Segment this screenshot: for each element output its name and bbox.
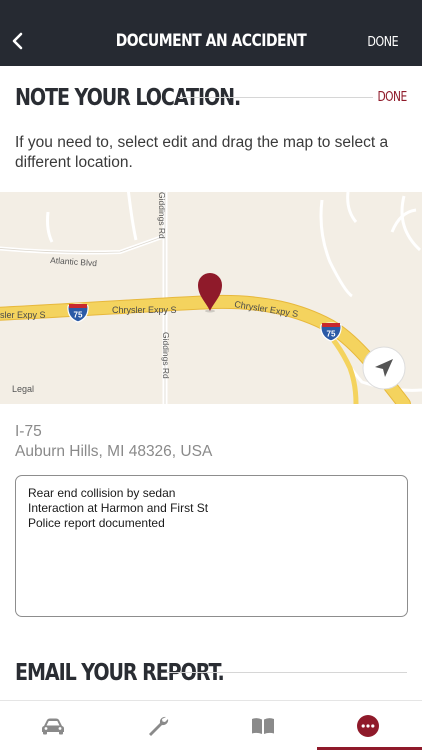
address-block: I-75 Auburn Hills, MI 48326, USA <box>15 422 212 462</box>
tab-manual[interactable] <box>210 701 315 750</box>
email-heading: EMAIL YOUR REPORT. <box>15 660 225 686</box>
location-instructions: If you need to, select edit and drag the… <box>15 134 389 171</box>
map-view[interactable]: 75 75 sler Expy S Chrysler Expy S Chrysl… <box>0 192 422 404</box>
address-line-2: Auburn Hills, MI 48326, USA <box>15 443 213 460</box>
shield-number: 75 <box>327 330 336 339</box>
road-label: Chrysler Expy S <box>112 305 177 315</box>
map-canvas: 75 75 sler Expy S Chrysler Expy S Chrysl… <box>0 192 422 404</box>
shield-number: 75 <box>74 311 83 320</box>
location-section-header: NOTE YOUR LOCATION. DONE <box>15 84 407 112</box>
notes-line: Interaction at Harmon and First St <box>28 501 209 515</box>
road-label: Atlantic Blvd <box>50 255 98 268</box>
notes-line: Police report documented <box>28 516 165 530</box>
tab-more[interactable] <box>315 701 422 750</box>
road-label: Giddings Rd <box>161 332 171 379</box>
road-label: sler Expy S <box>0 310 46 320</box>
notes-textarea[interactable]: Rear end collision by sedan Interaction … <box>15 475 408 617</box>
email-section-header: EMAIL YOUR REPORT. <box>15 658 407 688</box>
car-icon <box>41 718 64 735</box>
address-line-1: I-75 <box>15 423 42 440</box>
tab-bar <box>0 700 422 750</box>
page-title: DOCUMENT AN ACCIDENT <box>115 31 307 51</box>
divider <box>178 97 373 98</box>
locate-me-button[interactable] <box>362 346 406 390</box>
interstate-shield-icon: 75 <box>67 303 89 323</box>
done-button[interactable]: DONE <box>367 35 398 50</box>
notes-line: Rear end collision by sedan <box>28 486 176 500</box>
book-icon <box>251 718 274 734</box>
map-legal-link[interactable]: Legal <box>12 384 34 394</box>
chevron-left-icon <box>12 32 23 50</box>
divider <box>167 672 407 673</box>
location-heading: NOTE YOUR LOCATION. <box>15 85 241 111</box>
road-label: Giddings Rd <box>157 192 167 239</box>
tab-vehicle[interactable] <box>0 701 105 750</box>
wrench-icon <box>148 716 168 736</box>
tab-service[interactable] <box>105 701 210 750</box>
location-done-button[interactable]: DONE <box>378 90 408 105</box>
more-icon <box>356 715 379 737</box>
back-button[interactable] <box>9 28 27 54</box>
nav-bar: DOCUMENT AN ACCIDENT DONE <box>0 0 422 66</box>
